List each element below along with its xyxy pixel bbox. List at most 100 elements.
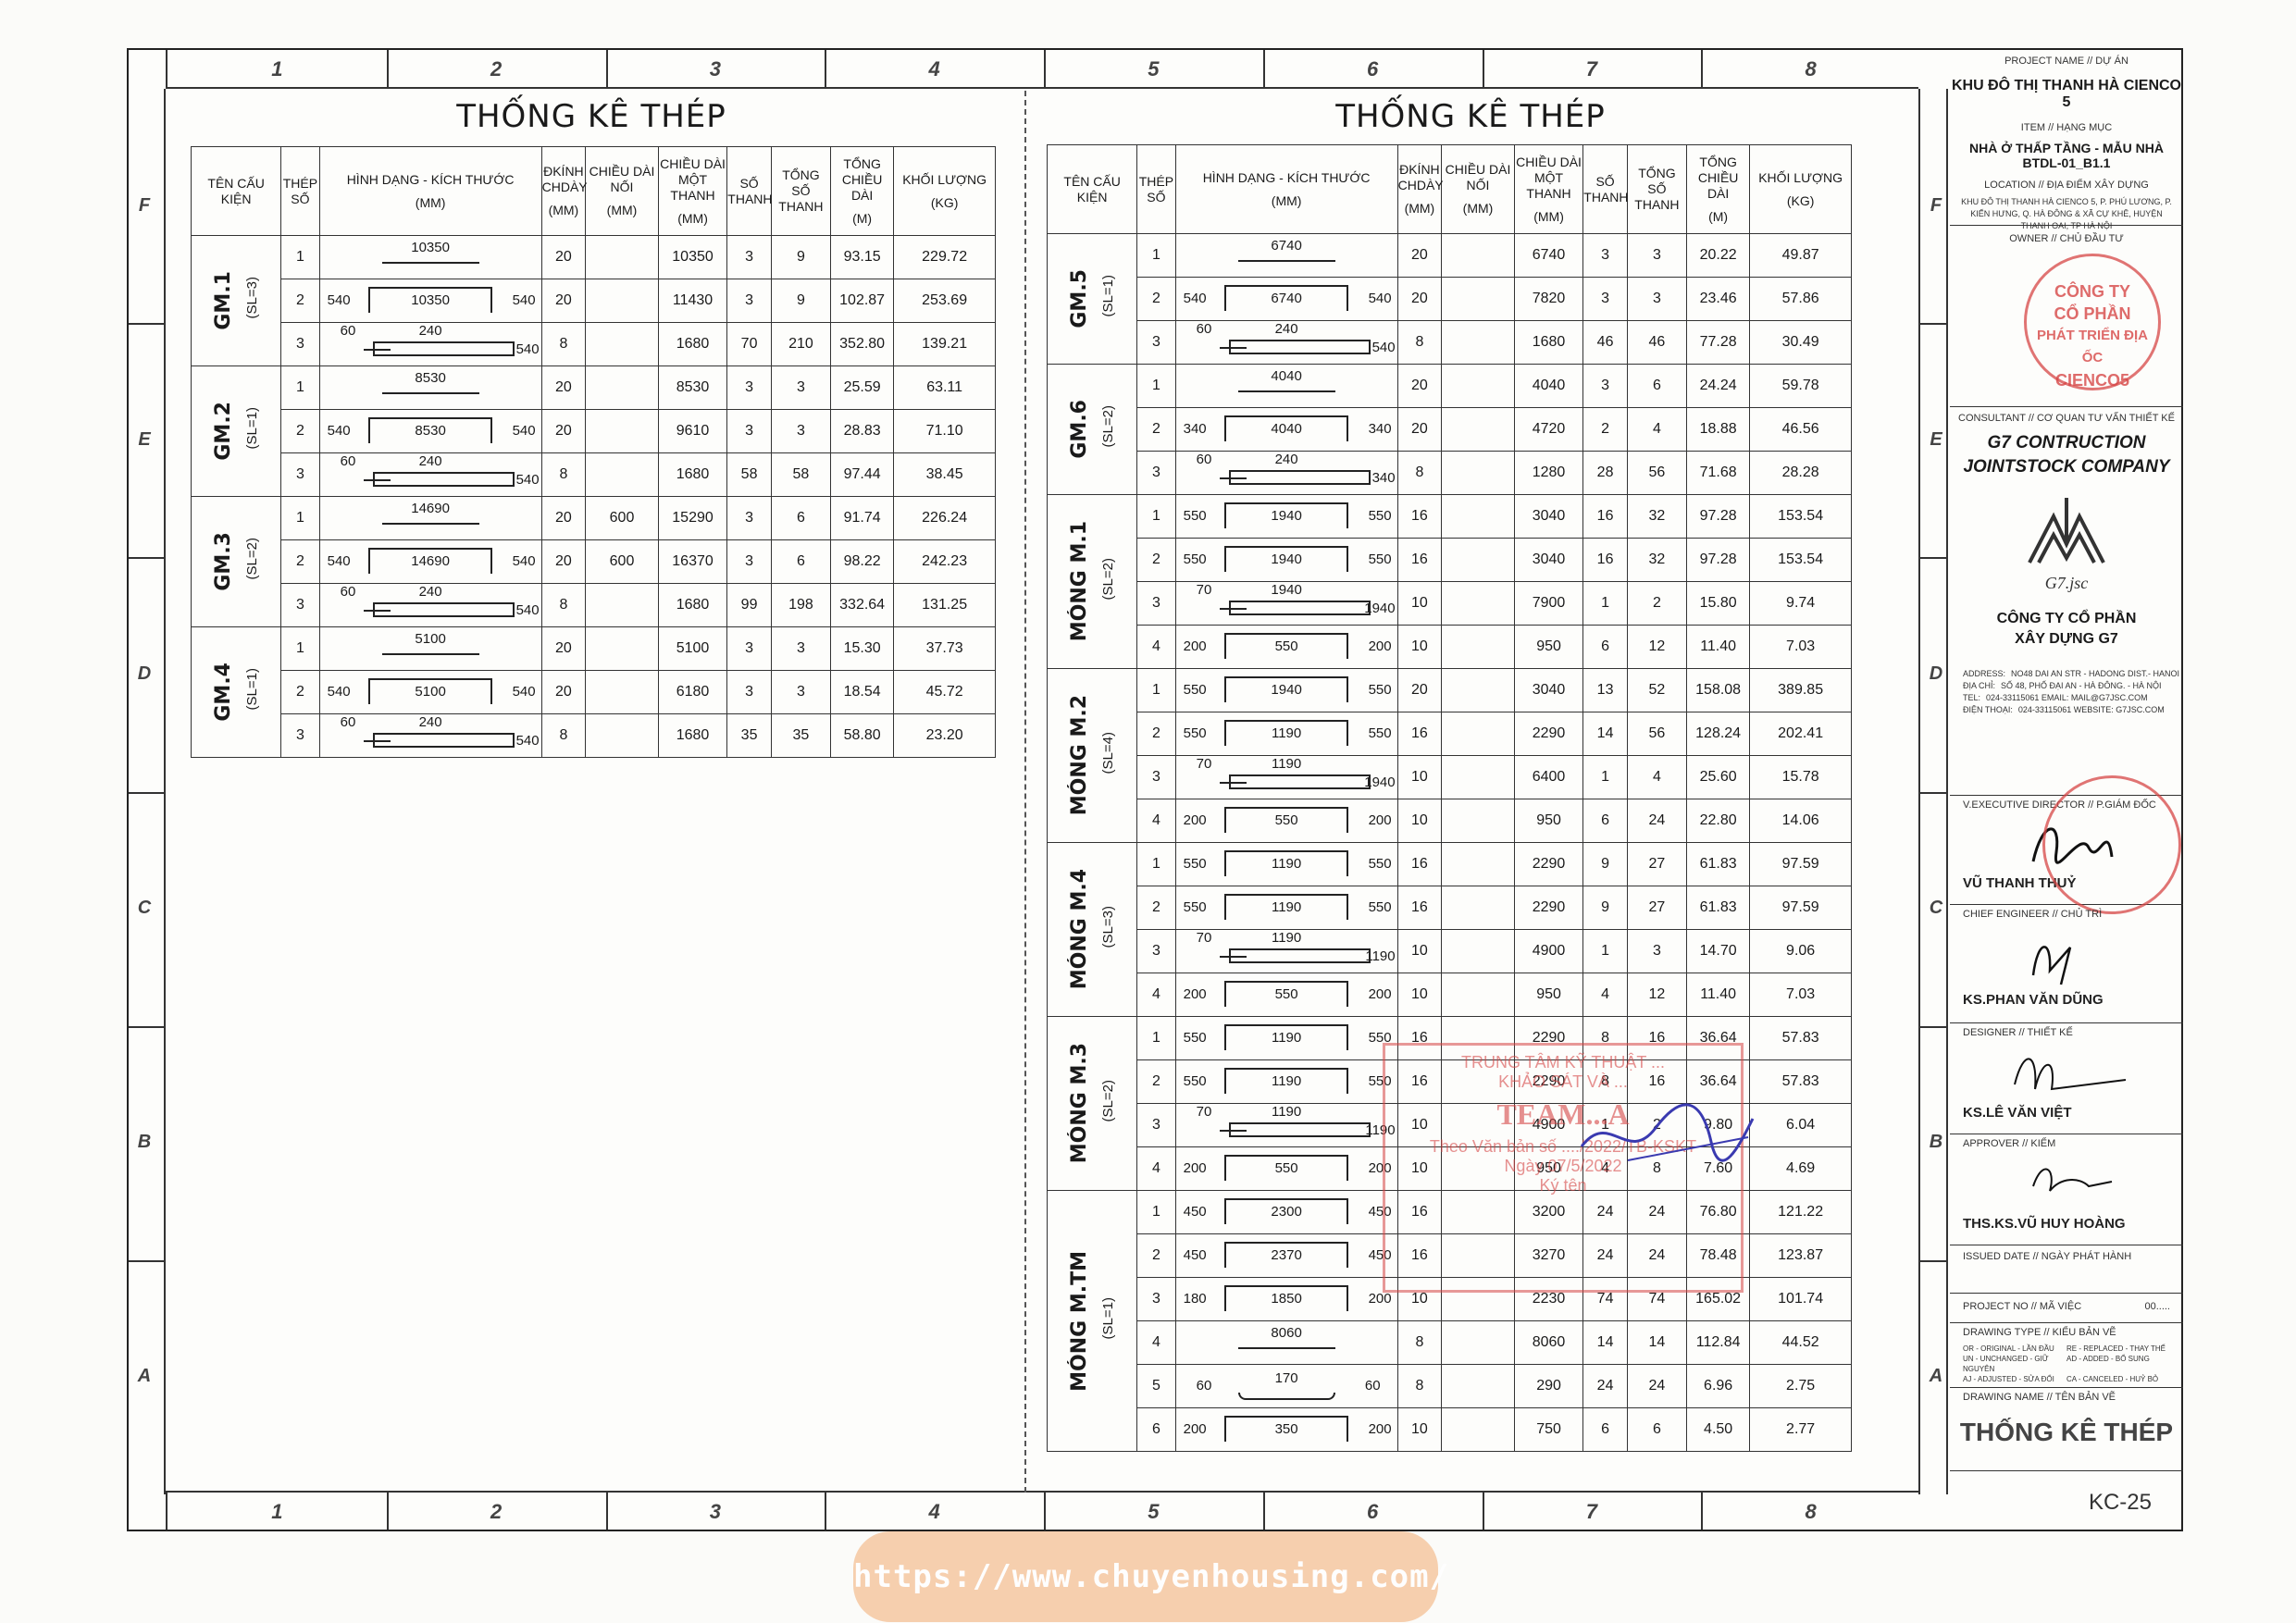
bar-number: 4 (1136, 1320, 1176, 1365)
bar-unit-length: 950 (1513, 973, 1584, 1017)
bar-shape: 200 550 200 (1176, 799, 1397, 842)
table-row: 3 60 240 540 8 1680 46 46 77.28 30.49 (1048, 320, 1852, 365)
zone-tick (129, 1259, 164, 1262)
bar-total-count: 56 (1626, 712, 1687, 756)
bar-diameter: 8 (540, 713, 587, 758)
header-khoi-luong: KHỐI LƯỢNG (KG) (893, 146, 996, 236)
bar-right-hook-label: 60 (1364, 1378, 1381, 1394)
bar-shape-cell: 60 240 540 (318, 713, 542, 758)
consultant-label: CONSULTANT // CƠ QUAN TƯ VẤN THIẾT KẾ (1958, 413, 2175, 424)
member-name-cell: MÓNG M.4 (SL=3) (1046, 842, 1138, 1017)
bar-shape: 200 550 200 (1176, 973, 1397, 1016)
member-name: GM.4 (212, 663, 235, 722)
address-key: ADDRESS: (1963, 669, 2006, 678)
member-name: GM.3 (212, 532, 235, 591)
zone-column-2: 2 (490, 1500, 503, 1523)
table-row: 4 200 550 200 10 950 6 24 22.80 14.06 (1048, 799, 1852, 843)
bar-shape-cell: 60 240 540 (318, 322, 542, 366)
member-name-cell: MÓNG M.1 (SL=2) (1046, 494, 1138, 669)
bar-width-label: 240 (418, 714, 442, 730)
bar-total-count: 56 (1626, 451, 1687, 495)
bar-length-label: 170 (1274, 1370, 1298, 1386)
member-quantity: (SL=2) (1100, 558, 1117, 605)
bar-shape-line (381, 262, 479, 264)
review-stamp-line6: Ký tên (1539, 1176, 1587, 1195)
bar-width-label: 1940 (1271, 582, 1302, 598)
zone-tick (1920, 1025, 1946, 1028)
bar-weight: 57.86 (1749, 277, 1852, 321)
bar-right-leg-label: 550 (1368, 551, 1392, 567)
bar-shape-line (1220, 347, 1247, 349)
bar-weight: 6.04 (1749, 1103, 1852, 1147)
bar-right-leg-label: 340 (1368, 421, 1392, 437)
bar-number: 1 (1136, 668, 1176, 712)
zone-column-5: 5 (1148, 1500, 1160, 1523)
bar-shape-line (1220, 1130, 1247, 1132)
header-unit: (KG) (930, 194, 959, 210)
table-row: GM.5 (SL=1) 1 6740 20 6740 3 3 20.22 49.87 (1046, 233, 1852, 365)
bar-shape-line (381, 392, 479, 394)
g7-stamp (2042, 775, 2181, 914)
bar-total-length: 22.80 (1685, 799, 1751, 843)
fold-line (1024, 91, 1026, 1493)
bar-lap-length (1441, 581, 1515, 626)
bar-shape-line (368, 678, 493, 704)
zone-tick (1701, 1493, 1704, 1530)
bar-number: 1 (1136, 842, 1176, 886)
bar-weight: 37.73 (893, 626, 996, 671)
zone-column-3: 3 (709, 57, 721, 81)
review-stamp-line1: TRUNG TÂM KỸ THUẬT ... (1460, 1053, 1666, 1072)
header-chieu-dai-mot: CHIỀU DÀI MỘT THANH (MM) (657, 146, 728, 236)
bar-weight: 202.41 (1749, 712, 1852, 756)
bar-shape: 450 2370 450 (1176, 1234, 1397, 1277)
bar-width-label: 240 (1274, 321, 1298, 337)
bar-weight: 97.59 (1749, 842, 1852, 886)
header-tong-so: TỔNG SỐ THANH (770, 146, 831, 236)
member-quantity: (SL=2) (1100, 405, 1117, 452)
bar-number: 2 (1136, 886, 1176, 930)
footer-url-link[interactable]: https://www.chuyenhousing.com/ (853, 1531, 1448, 1622)
table-row: MÓNG M.4 (SL=3) 1 550 1190 550 16 2290 9 27 61.83 9… (1046, 842, 1852, 1017)
bar-number: 1 (1136, 233, 1176, 278)
header-unit: (M) (852, 210, 873, 226)
bar-shape-cell: 200 550 200 (1174, 973, 1398, 1017)
header-dkinh: ĐKÍNH CHDÀY (MM) (540, 146, 588, 236)
member-name-wrap: GM.6 (SL=2) (1048, 365, 1136, 494)
bar-count: 1 (1582, 755, 1628, 799)
header-unit: (M) (1708, 208, 1729, 224)
bar-shape-cell: 8530 (318, 365, 542, 410)
header-tong-so: TỔNG SỐ THANH (1626, 144, 1687, 234)
table-row: 2 540 10350 540 20 11430 3 9 102.87 253.69 (192, 279, 996, 323)
bar-count: 14 (1582, 712, 1628, 756)
table-row: 2 550 1940 550 16 3040 16 32 97.28 153.54 (1048, 538, 1852, 582)
logo-text: G7.jsc (2045, 574, 2089, 592)
bar-shape: 4040 (1176, 365, 1397, 407)
bar-weight: 30.49 (1749, 320, 1852, 365)
bar-total-count: 6 (1626, 1407, 1687, 1452)
bar-shape-cell: 6740 (1174, 233, 1398, 278)
header-chieu-dai-mot: CHIỀU DÀI MỘT THANH (MM) (1513, 144, 1584, 234)
header-thep-so: THÉP SỐ (280, 146, 320, 236)
zone-column-6: 6 (1367, 1500, 1379, 1523)
member-name-text: GM.6 (1067, 400, 1091, 459)
member-name-cell: MÓNG M.TM (SL=1) (1046, 1190, 1138, 1452)
zone-column-8: 8 (1805, 57, 1817, 81)
bar-unit-length: 6740 (1513, 233, 1584, 278)
bar-length-label: 540 (515, 602, 540, 618)
bar-diameter: 8 (1396, 1320, 1443, 1365)
bar-shape-cell: 450 2300 450 (1174, 1190, 1398, 1234)
bar-total-length: 15.30 (829, 626, 895, 671)
bar-right-leg-label: 550 (1368, 508, 1392, 524)
bar-diameter: 20 (1396, 668, 1443, 712)
bar-diameter: 16 (1396, 886, 1443, 930)
bar-total-count: 3 (1626, 277, 1687, 321)
bar-lap-length (1441, 1407, 1515, 1452)
zone-tick (129, 323, 164, 326)
bar-count: 9 (1582, 886, 1628, 930)
bar-total-count: 3 (1626, 233, 1687, 278)
bar-weight: 153.54 (1749, 494, 1852, 539)
bar-number: 3 (1136, 581, 1176, 626)
bar-shape-line (1220, 608, 1247, 610)
review-stamp-line2: KHẢO SÁT VÀ ... (1498, 1072, 1628, 1091)
bar-count: 14 (1582, 1320, 1628, 1365)
